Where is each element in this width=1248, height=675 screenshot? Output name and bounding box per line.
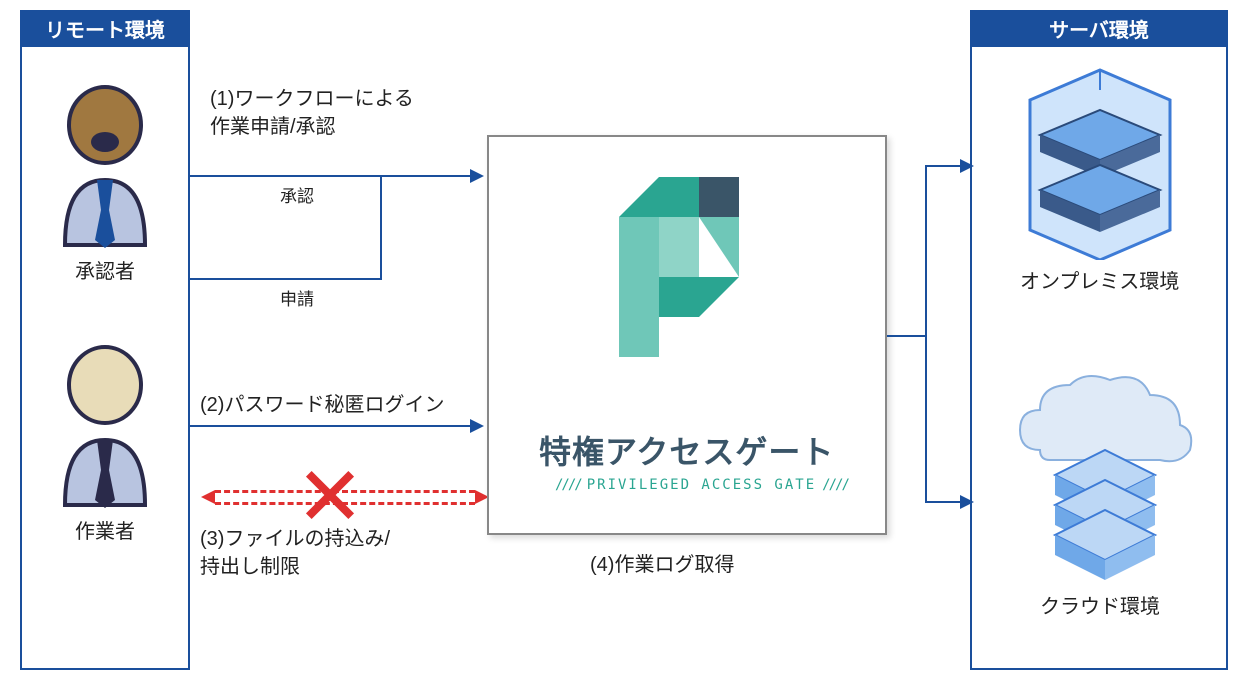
product-subtitle: PRIVILEGED ACCESS GATE	[549, 477, 854, 493]
arrow-to-cloud	[925, 501, 965, 503]
product-name: 特権アクセスゲート	[539, 427, 834, 473]
arrow-to-onprem	[925, 165, 965, 167]
cloud-server-icon	[1010, 370, 1200, 585]
approver-label: 承認者	[75, 255, 135, 284]
arrow-out-split-v	[925, 165, 927, 503]
worker-label: 作業者	[75, 515, 135, 544]
arrow-cloud-head	[960, 495, 974, 509]
approve-sublabel: 承認	[280, 182, 314, 207]
cloud-label: クラウド環境	[1040, 590, 1160, 619]
onprem-label: オンプレミス環境	[1020, 265, 1179, 294]
arrow-login	[190, 425, 475, 427]
dashed-left-head	[201, 490, 215, 504]
approval-join-vertical	[380, 175, 382, 278]
step1-label: (1)ワークフローによる 作業申請/承認	[210, 85, 414, 141]
step3-label: (3)ファイルの持込み/ 持出し制限	[200, 525, 390, 581]
worker-icon	[45, 340, 165, 510]
approver-icon	[45, 80, 165, 250]
remote-panel-header: リモート環境	[20, 10, 190, 47]
step2-label: (2)パスワード秘匿ログイン	[200, 388, 444, 417]
product-box: 特権アクセスゲート PRIVILEGED ACCESS GATE	[487, 135, 887, 535]
arrow-onprem-head	[960, 159, 974, 173]
request-sublabel: 申請	[280, 285, 314, 310]
arrow-request	[190, 278, 382, 280]
server-panel-title: サーバ環境	[1049, 20, 1149, 42]
remote-panel-title: リモート環境	[45, 20, 165, 42]
onprem-server-icon	[1010, 60, 1190, 265]
product-logo-icon	[619, 177, 759, 362]
arrow-login-head	[470, 419, 484, 433]
step4-label: (4)作業ログ取得	[590, 548, 734, 577]
x-icon	[300, 465, 360, 525]
arrow-approve-head	[470, 169, 484, 183]
arrow-out-main	[887, 335, 927, 337]
server-panel-header: サーバ環境	[970, 10, 1228, 47]
arrow-approve	[190, 175, 475, 177]
